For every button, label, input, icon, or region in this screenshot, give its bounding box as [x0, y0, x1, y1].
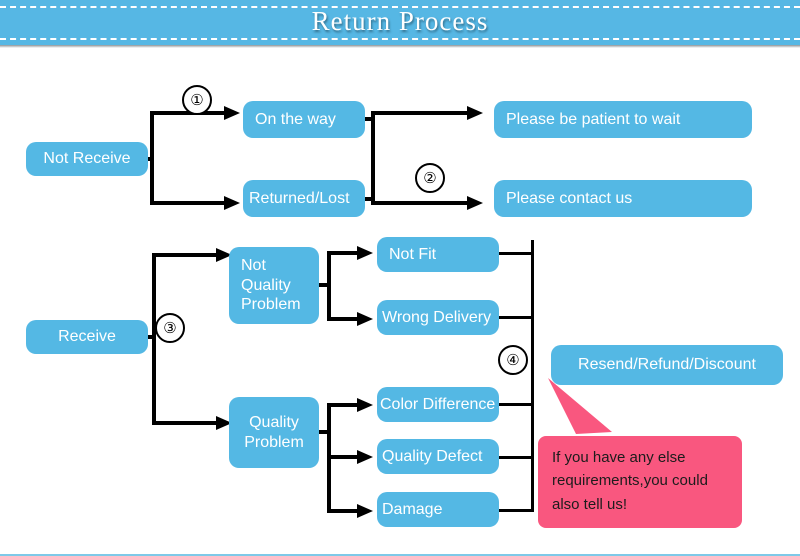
arrowhead-to-quality-defect: [357, 450, 373, 464]
connector-not-receive-bus: [150, 111, 154, 205]
connector-to-please-be-patient: [371, 111, 471, 115]
connector-collect-color-difference: [499, 403, 534, 406]
connector-results-bus: [371, 111, 375, 205]
connector-to-returned-lost: [150, 201, 228, 205]
node-please-contact-us[interactable]: Please contact us: [494, 180, 752, 217]
node-on-the-way[interactable]: On the way: [243, 101, 365, 138]
arrowhead-to-damage: [357, 504, 373, 518]
page-title: Return Process: [311, 6, 489, 36]
header-shadow: [0, 45, 800, 48]
connector-collector-bus: [531, 240, 534, 512]
return-process-infographic: Return Process Not Receive ① On the way …: [0, 0, 800, 556]
connector-to-not-quality-problem: [152, 253, 220, 257]
arrowhead-to-on-the-way: [224, 106, 240, 120]
node-damage[interactable]: Damage: [377, 492, 499, 527]
arrowhead-to-not-fit: [357, 246, 373, 260]
node-quality-problem[interactable]: Quality Problem: [229, 397, 319, 468]
arrowhead-to-please-contact-us: [467, 196, 483, 210]
arrowhead-to-wrong-delivery: [357, 312, 373, 326]
connector-collect-quality-defect: [499, 456, 534, 459]
connector-to-quality-problem: [152, 421, 220, 425]
node-returned-lost[interactable]: Returned/Lost: [243, 180, 365, 217]
branch-marker-4: ④: [498, 345, 528, 375]
arrowhead-to-returned-lost: [224, 196, 240, 210]
node-wrong-delivery[interactable]: Wrong Delivery: [377, 300, 499, 335]
callout-bubble: If you have any else requirements,you co…: [538, 436, 742, 528]
branch-marker-2: ②: [415, 163, 445, 193]
connector-collect-damage: [499, 509, 534, 512]
arrowhead-to-please-be-patient: [467, 106, 483, 120]
node-not-fit[interactable]: Not Fit: [377, 237, 499, 272]
arrowhead-to-color-difference: [357, 398, 373, 412]
connector-to-color-difference: [327, 403, 361, 407]
branch-marker-1: ①: [182, 85, 212, 115]
connector-to-quality-defect: [327, 455, 361, 459]
header-dashed-line-bottom: [0, 38, 800, 40]
connector-to-damage: [327, 509, 361, 513]
node-quality-defect[interactable]: Quality Defect: [377, 439, 499, 474]
connector-receive-bus: [152, 253, 156, 425]
connector-collect-wrong-delivery: [499, 316, 534, 319]
node-receive[interactable]: Receive: [26, 320, 148, 354]
connector-to-wrong-delivery: [327, 317, 361, 321]
node-not-receive[interactable]: Not Receive: [26, 142, 148, 176]
callout-tail: [548, 378, 612, 434]
connector-collect-not-fit: [499, 252, 534, 255]
branch-marker-3: ③: [155, 313, 185, 343]
connector-to-not-fit: [327, 251, 361, 255]
node-please-be-patient-to-wait[interactable]: Please be patient to wait: [494, 101, 752, 138]
connector-to-please-contact-us: [371, 201, 471, 205]
node-not-quality-problem[interactable]: Not Quality Problem: [229, 247, 319, 324]
node-color-difference[interactable]: Color Difference: [377, 387, 499, 422]
connector-nqp-bus: [327, 251, 331, 321]
